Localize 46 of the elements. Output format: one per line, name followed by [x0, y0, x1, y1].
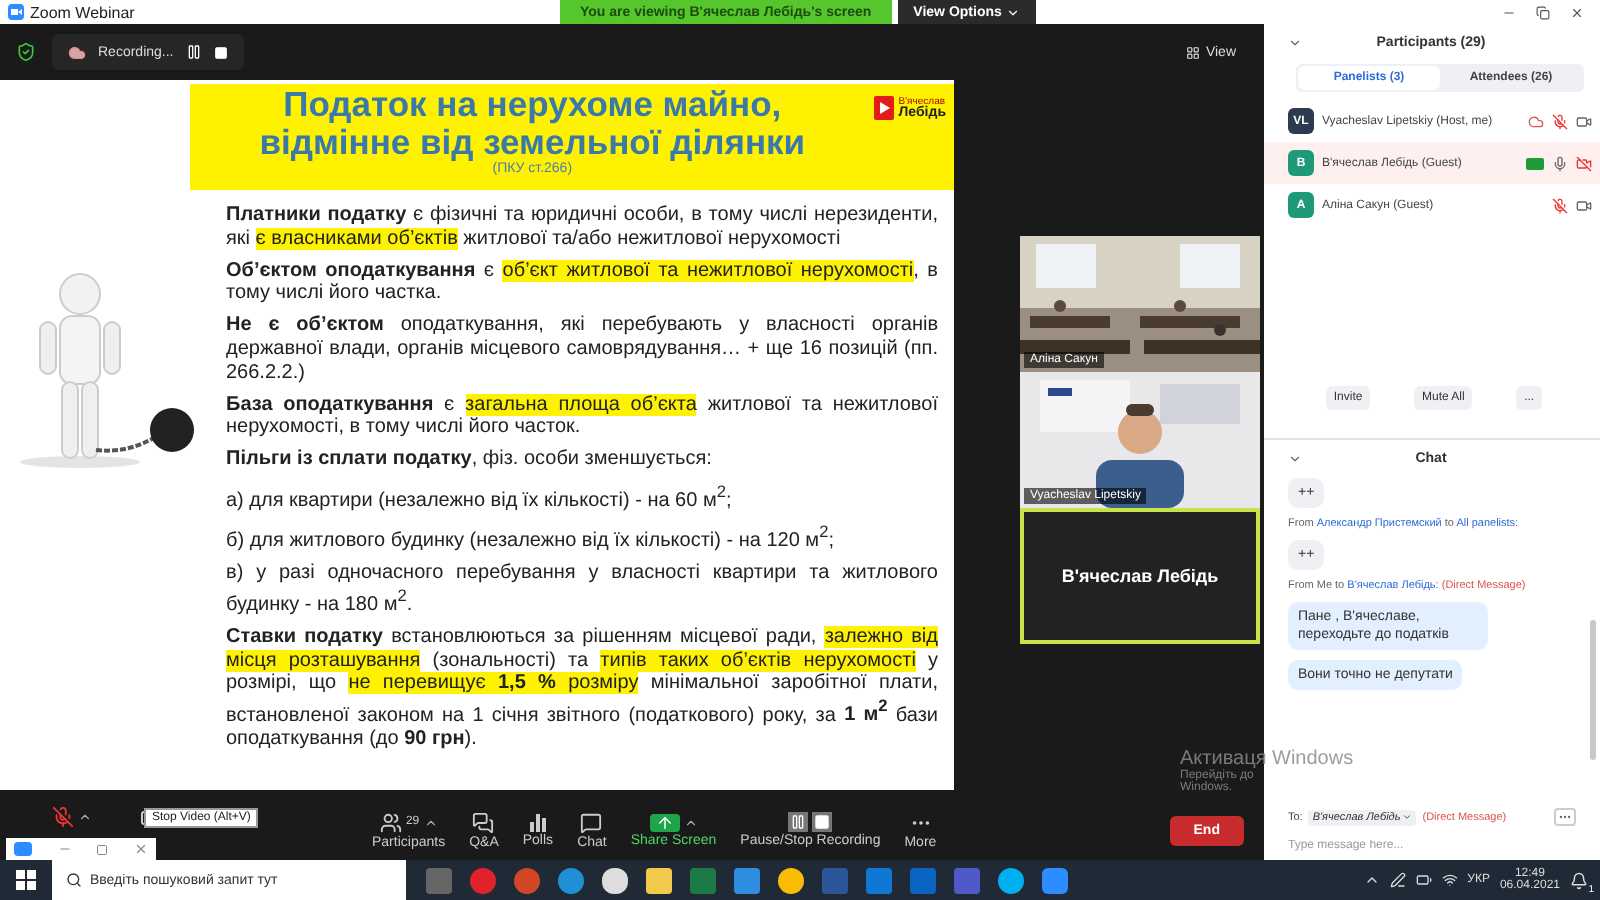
restore-icon[interactable] [1536, 6, 1550, 20]
share-screen-icon [649, 813, 680, 831]
slide-paragraph: в) у разі одночасного перебування у власності квартири та житлового будинку - на 180 м$^{2}$. [226, 562, 938, 618]
shield-check-icon [16, 42, 36, 62]
pen-icon [1389, 872, 1406, 888]
grid-icon [1185, 45, 1200, 59]
search-icon [66, 872, 82, 888]
pause-icon [788, 812, 809, 832]
pause-icon[interactable] [185, 44, 202, 60]
bar-chart-icon [527, 812, 548, 832]
people-icon [379, 811, 402, 833]
stop-icon [812, 812, 833, 832]
caret-icon[interactable] [1363, 872, 1380, 888]
slide-paragraph: а) для квартири (незалежно від їх кількості) - на 60 м$^{2}$; [226, 480, 734, 513]
caret-icon[interactable] [78, 810, 92, 824]
zoom-logo-icon [14, 842, 32, 856]
slide-paragraph: Об’єктом оподаткування є об’єкт житлової та нежитлової нерухомості, в тому числі його частка. [226, 259, 938, 306]
notifications-icon[interactable] [1570, 871, 1588, 889]
slide-paragraph: Не є об’єктом оподаткування, які перебувають у власності органів державної влади, органів місцевого самоврядування… + ще 16 позицій (пп. 266.2.2.) [226, 314, 938, 385]
participant-name: В'ячеслав Лебідь [1061, 566, 1219, 586]
slide-title: Податок на нерухоме майно, [283, 86, 782, 124]
chat-icon [580, 811, 603, 833]
caret-icon [1005, 5, 1020, 19]
caret-icon[interactable] [423, 815, 438, 829]
close-icon[interactable] [133, 842, 148, 856]
slide-paragraph: Платники податку є фізичні та юридичні особи, в тому числі нерезиденти, які є власниками об’єктів житлової та/або нежитлової нерухомості [226, 204, 938, 251]
cloud-icon [68, 43, 86, 61]
caret-icon[interactable] [683, 815, 698, 829]
stop-icon[interactable] [213, 45, 228, 59]
network-icon [1441, 872, 1458, 888]
more-button[interactable] [1554, 808, 1576, 826]
speech-bubbles-icon [472, 811, 495, 833]
battery-icon [1415, 872, 1432, 888]
slide-paragraph: Пільги із сплати податку, фіз. особи зменшується: [226, 448, 714, 472]
slide-title: відмінне від земельної ділянки [259, 124, 806, 162]
play-logo-icon [874, 96, 895, 120]
more-icon [1558, 810, 1572, 824]
close-icon[interactable] [1570, 6, 1584, 20]
windows-start-icon[interactable] [16, 870, 36, 890]
mic-muted-icon [52, 806, 74, 828]
maximize-icon[interactable] [96, 843, 109, 855]
caret-icon [1402, 812, 1413, 822]
window-title: Zoom Webinar [30, 3, 137, 21]
slide-paragraph: б) для житлового будинку (незалежно від їх кількості) - на 120 м$^{2}$; [226, 521, 836, 554]
collapse-icon[interactable] [1288, 36, 1302, 50]
collapse-icon[interactable] [1288, 452, 1302, 466]
